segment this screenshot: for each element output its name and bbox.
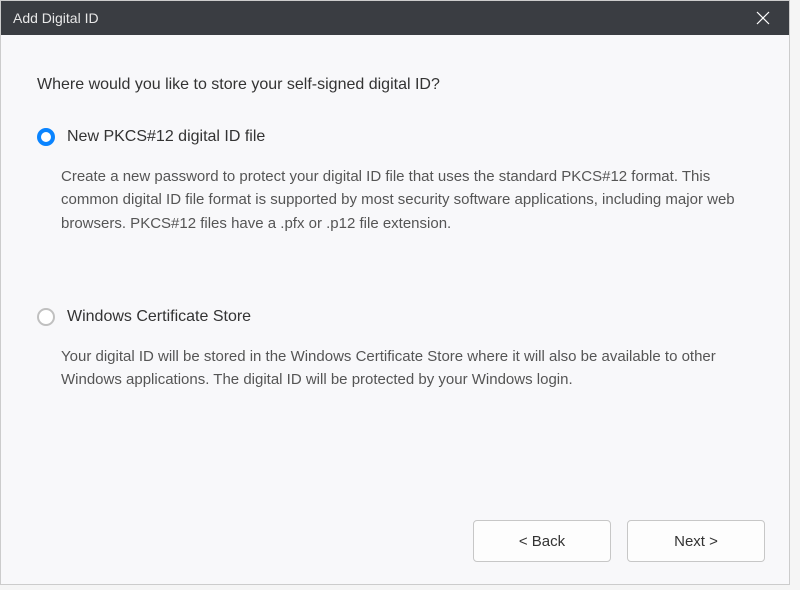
radio-pkcs12[interactable] [37, 128, 55, 146]
back-button[interactable]: < Back [473, 520, 611, 562]
option-windows-store: Windows Certificate Store Your digital I… [37, 305, 753, 392]
next-button[interactable]: Next > [627, 520, 765, 562]
dialog-title: Add Digital ID [13, 10, 99, 26]
option-desc-windows-store: Your digital ID will be stored in the Wi… [37, 345, 753, 392]
option-header[interactable]: Windows Certificate Store [37, 305, 753, 329]
dialog-heading: Where would you like to store your self-… [37, 73, 753, 97]
dialog-footer: < Back Next > [1, 502, 789, 584]
option-pkcs12: New PKCS#12 digital ID file Create a new… [37, 125, 753, 235]
radio-windows-store[interactable] [37, 308, 55, 326]
add-digital-id-dialog: Add Digital ID Where would you like to s… [0, 0, 790, 585]
dialog-content: Where would you like to store your self-… [1, 35, 789, 502]
option-label-pkcs12: New PKCS#12 digital ID file [67, 125, 265, 149]
titlebar: Add Digital ID [1, 1, 789, 35]
close-icon [756, 11, 770, 25]
close-button[interactable] [749, 4, 777, 32]
option-header[interactable]: New PKCS#12 digital ID file [37, 125, 753, 149]
option-desc-pkcs12: Create a new password to protect your di… [37, 165, 753, 235]
option-label-windows-store: Windows Certificate Store [67, 305, 251, 329]
